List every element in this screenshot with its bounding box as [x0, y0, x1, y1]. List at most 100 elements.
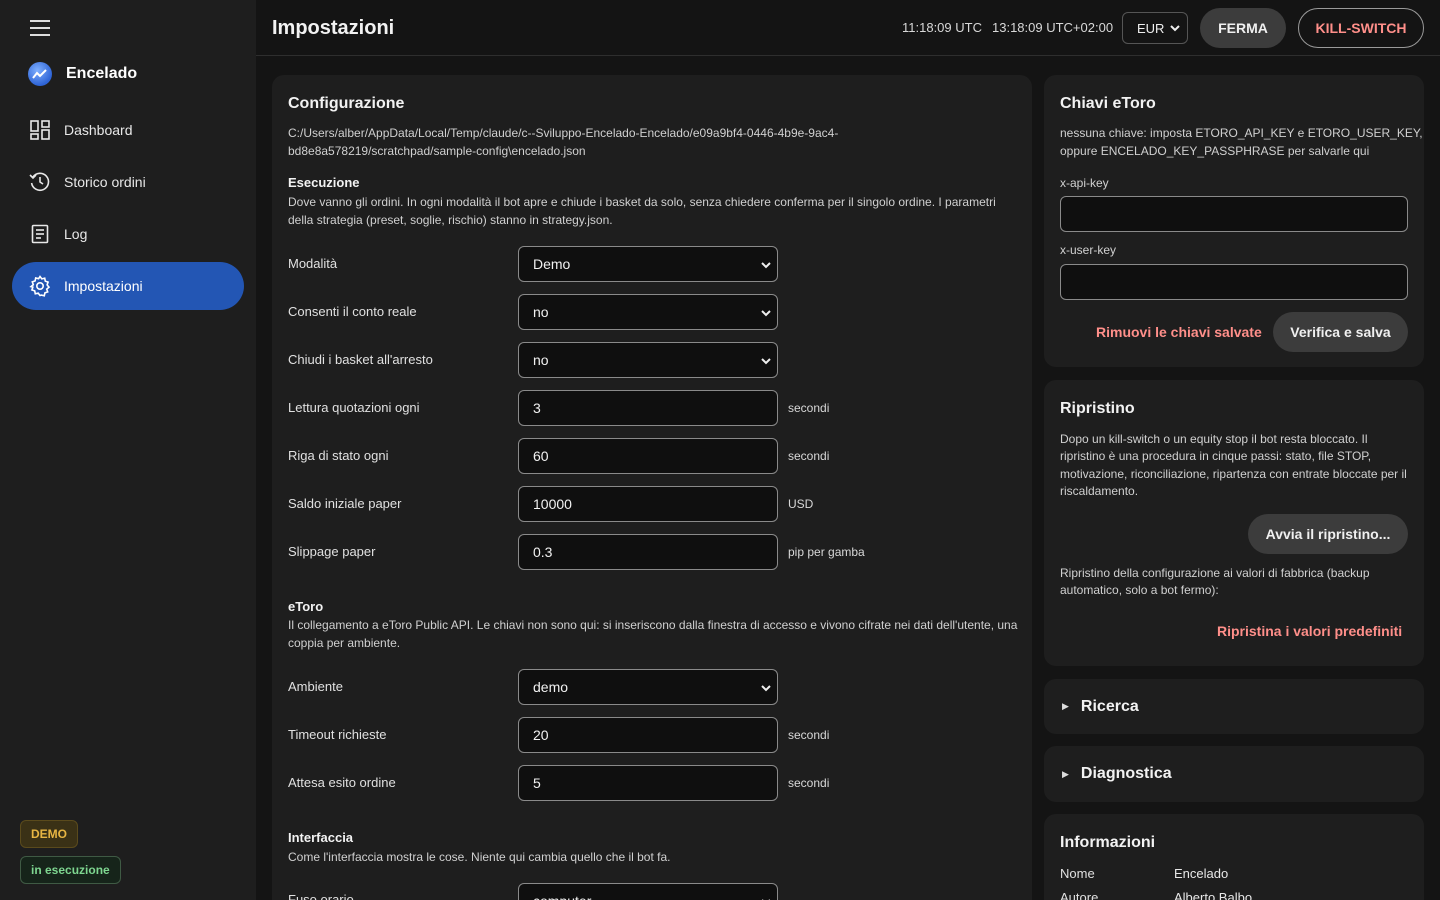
execution-desc-line2: della strategia (preset, soglie, rischio…	[288, 213, 613, 227]
stop-button[interactable]: FERMA	[1200, 8, 1286, 48]
timezone-select[interactable]: computer	[518, 883, 778, 900]
close-baskets-value: no	[533, 352, 549, 368]
paper-balance-label: Saldo iniziale paper	[288, 496, 402, 511]
research-toggle[interactable]: ▶ Ricerca	[1044, 679, 1424, 734]
brand-logo-icon	[28, 62, 52, 86]
timezone-value: computer	[533, 893, 591, 900]
gear-icon	[28, 274, 52, 298]
mode-badge: DEMO	[20, 820, 78, 848]
order-wait-input[interactable]: 5	[518, 765, 778, 801]
user-key-input[interactable]	[1060, 264, 1408, 300]
interface-title: Interfaccia	[288, 830, 354, 845]
interface-desc: Come l'interfaccia mostra le cose. Nient…	[288, 850, 671, 864]
paper-balance-input[interactable]: 10000	[518, 486, 778, 522]
etoro-title: eToro	[288, 599, 324, 614]
environment-select[interactable]: demo	[518, 669, 778, 705]
caret-right-icon: ▶	[1062, 768, 1069, 779]
mode-label: Modalità	[288, 256, 338, 271]
configuration-card: Configurazione C:/Users/alber/AppData/Lo…	[272, 75, 1032, 900]
request-timeout-value: 20	[533, 727, 549, 743]
clock-utc: 11:18:09 UTC	[902, 20, 982, 35]
status-line-unit: secondi	[788, 449, 830, 463]
factory-desc-line1: Ripristino della configurazione ai valor…	[1060, 566, 1370, 580]
restore-desc-line2: ripristino è una procedura in cinque pas…	[1060, 449, 1372, 463]
page-title: Impostazioni	[272, 17, 395, 39]
paper-slippage-unit: pip per gamba	[788, 545, 865, 559]
paper-slippage-input[interactable]: 0.3	[518, 534, 778, 570]
close-baskets-select[interactable]: no	[518, 342, 778, 378]
status-line-label: Riga di stato ogni	[288, 448, 389, 463]
info-title: Informazioni	[1060, 834, 1156, 851]
allow-real-account-value: no	[533, 304, 549, 320]
remove-keys-button[interactable]: Rimuovi le chiavi salvate	[1096, 324, 1262, 340]
diagnostics-card: ▶ Diagnostica	[1044, 746, 1424, 802]
info-value-name: Encelado	[1174, 866, 1229, 881]
paper-slippage-label: Slippage paper	[288, 544, 376, 559]
info-key-author: Autore	[1060, 890, 1099, 900]
environment-label: Ambiente	[288, 679, 343, 694]
kill-switch-button[interactable]: KILL-SWITCH	[1298, 8, 1424, 48]
environment-value: demo	[533, 679, 569, 695]
config-path-line2: bd8e8a578219/scratchpad/sample-config\en…	[288, 144, 586, 158]
sidebar-item-log[interactable]: Log	[12, 210, 244, 258]
verify-save-button[interactable]: Verifica e salva	[1273, 312, 1408, 352]
history-icon	[28, 170, 52, 194]
sidebar-nav: Dashboard Storico ordini Log Impostazion…	[12, 106, 244, 314]
paper-balance-unit: USD	[788, 497, 814, 511]
close-baskets-label: Chiudi i basket all'arresto	[288, 352, 433, 367]
sidebar-item-label: Dashboard	[64, 122, 133, 138]
factory-desc-line2: automatico, solo a bot fermo):	[1060, 583, 1219, 597]
paper-slippage-value: 0.3	[533, 544, 553, 560]
timezone-label: Fuso orario	[288, 892, 354, 900]
currency-select[interactable]: EUR	[1122, 12, 1188, 44]
order-wait-label: Attesa esito ordine	[288, 775, 396, 790]
sidebar-item-settings[interactable]: Impostazioni	[12, 262, 244, 310]
chevron-down-icon	[759, 306, 773, 323]
sidebar-item-label: Impostazioni	[64, 278, 143, 294]
status-badge: in esecuzione	[20, 856, 121, 884]
sidebar-item-history[interactable]: Storico ordini	[12, 158, 244, 206]
clock-local: 13:18:09 UTC+02:00	[992, 20, 1114, 35]
chevron-down-icon	[759, 895, 773, 900]
info-value-author: Alberto Balbo	[1174, 890, 1253, 900]
status-line-value: 60	[533, 448, 549, 464]
currency-value: EUR	[1137, 20, 1165, 36]
restore-desc-line4: riscaldamento.	[1060, 484, 1139, 498]
quote-interval-value: 3	[533, 400, 541, 416]
allow-real-account-label: Consenti il conto reale	[288, 304, 417, 319]
api-key-label: x-api-key	[1060, 176, 1109, 190]
request-timeout-unit: secondi	[788, 728, 830, 742]
keys-desc-line1: nessuna chiave: imposta ETORO_API_KEY e …	[1060, 126, 1423, 140]
api-key-input[interactable]	[1060, 196, 1408, 232]
chevron-down-icon	[759, 681, 773, 698]
menu-icon[interactable]	[28, 16, 52, 40]
allow-real-account-select[interactable]: no	[518, 294, 778, 330]
execution-title: Esecuzione	[288, 175, 360, 190]
etoro-desc-line2: coppia per ambiente.	[288, 636, 401, 650]
sidebar-item-label: Storico ordini	[64, 174, 146, 190]
start-restore-button[interactable]: Avvia il ripristino...	[1248, 514, 1408, 554]
info-key-name: Nome	[1060, 866, 1095, 881]
configuration-title: Configurazione	[288, 95, 405, 112]
order-wait-unit: secondi	[788, 776, 830, 790]
config-path-line1: C:/Users/alber/AppData/Local/Temp/claude…	[288, 126, 839, 140]
mode-select[interactable]: Demo	[518, 246, 778, 282]
request-timeout-input[interactable]: 20	[518, 717, 778, 753]
mode-value: Demo	[533, 256, 571, 272]
info-card: Informazioni Nome Encelado Autore Albert…	[1044, 814, 1424, 900]
chevron-down-icon	[759, 258, 773, 275]
quote-interval-input[interactable]: 3	[518, 390, 778, 426]
brand[interactable]: Encelado	[28, 62, 137, 86]
research-card: ▶ Ricerca	[1044, 679, 1424, 734]
restore-desc-line3: motivazione, riconciliazione, ripartenza…	[1060, 467, 1407, 481]
sidebar-item-dashboard[interactable]: Dashboard	[12, 106, 244, 154]
restore-defaults-button[interactable]: Ripristina i valori predefiniti	[1217, 623, 1402, 639]
top-bar: Impostazioni 11:18:09 UTC 13:18:09 UTC+0…	[256, 0, 1440, 56]
log-icon	[28, 222, 52, 246]
caret-right-icon: ▶	[1062, 701, 1069, 711]
diagnostics-toggle[interactable]: ▶ Diagnostica	[1044, 746, 1424, 802]
chevron-down-icon	[1169, 22, 1181, 37]
status-line-input[interactable]: 60	[518, 438, 778, 474]
keys-title: Chiavi eToro	[1060, 95, 1156, 112]
user-key-label: x-user-key	[1060, 243, 1117, 257]
